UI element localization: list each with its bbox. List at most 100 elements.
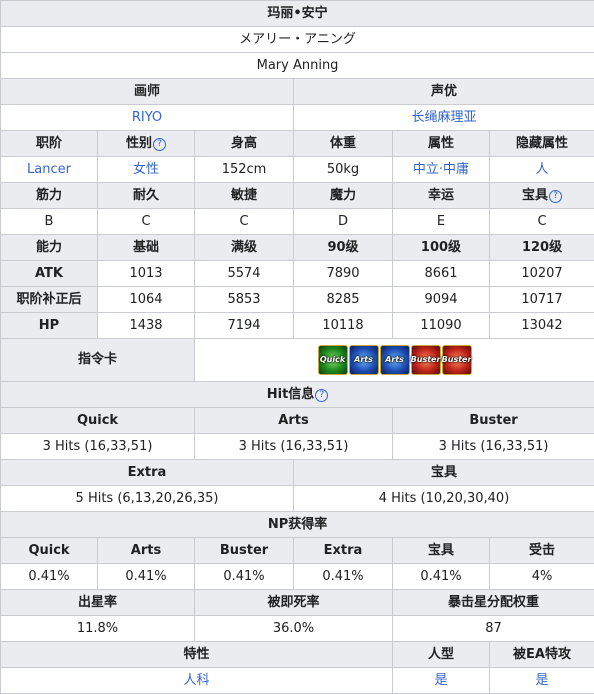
servant-info-table: 玛丽•安宁 メアリー・アニング Mary Anning 画师 声优 RIYO 长… xyxy=(0,0,594,694)
hidden-attr-link[interactable]: 人 xyxy=(536,162,549,177)
npg-def-header: 受击 xyxy=(490,538,594,564)
hit-arts-value: 3 Hits (16,33,51) xyxy=(195,434,393,460)
voice-actor-link[interactable]: 长绳麻理亚 xyxy=(412,110,477,125)
atk-label: ATK xyxy=(1,261,98,287)
end-header: 耐久 xyxy=(98,183,195,209)
hit-buster-header: Buster xyxy=(393,408,594,434)
np-param-header: 宝具? xyxy=(490,183,594,209)
hit-info-label: Hit信息 xyxy=(267,387,315,402)
arts-card-icon: Arts xyxy=(380,345,410,375)
class-atk-label: 职阶补正后 xyxy=(1,287,98,313)
agi-value: C xyxy=(195,209,294,235)
illustrator-link[interactable]: RIYO xyxy=(132,110,162,125)
hit-extra-header: Extra xyxy=(1,460,294,486)
star-gen-value: 11.8% xyxy=(1,616,195,642)
atk-base: 1013 xyxy=(98,261,195,287)
npg-extra-header: Extra xyxy=(294,538,393,564)
weight-header: 体重 xyxy=(294,131,393,157)
np-param-value: C xyxy=(490,209,594,235)
luk-header: 幸运 xyxy=(393,183,490,209)
buster-card-icon: Buster xyxy=(411,345,441,375)
hit-quick-header: Quick xyxy=(1,408,195,434)
name-english: Mary Anning xyxy=(1,53,594,79)
alignment-header: 属性 xyxy=(393,131,490,157)
traits-link[interactable]: 人科 xyxy=(183,673,209,688)
star-weight-header: 暴击星分配权重 xyxy=(393,590,594,616)
death-rate-header: 被即死率 xyxy=(195,590,393,616)
command-cards: QuickArtsArtsBusterBuster xyxy=(318,345,472,375)
humanoid-link[interactable]: 是 xyxy=(434,673,447,688)
lv120-header: 120级 xyxy=(490,235,594,261)
ea-weak-header: 被EA特攻 xyxy=(490,642,594,668)
atk-max: 5574 xyxy=(195,261,294,287)
command-cards-header: 指令卡 xyxy=(1,339,195,382)
hit-quick-value: 3 Hits (16,33,51) xyxy=(1,434,195,460)
npg-def-value: 4% xyxy=(490,564,594,590)
gender-header: 性别? xyxy=(98,131,195,157)
hit-np-header: 宝具 xyxy=(294,460,594,486)
hit-arts-header: Arts xyxy=(195,408,393,434)
alignment-link[interactable]: 中立·中庸 xyxy=(413,162,469,177)
humanoid-header: 人型 xyxy=(393,642,490,668)
class-header: 职阶 xyxy=(1,131,98,157)
lv100-header: 100级 xyxy=(393,235,490,261)
voice-header: 声优 xyxy=(294,79,594,105)
ea-weak-link[interactable]: 是 xyxy=(536,673,549,688)
hit-np-value: 4 Hits (10,20,30,40) xyxy=(294,486,594,512)
atk-lv90: 7890 xyxy=(294,261,393,287)
quick-card-icon: Quick xyxy=(318,345,348,375)
illustrator-header: 画师 xyxy=(1,79,294,105)
height-value: 152cm xyxy=(195,157,294,183)
np-gain-header: NP获得率 xyxy=(1,512,594,538)
traits-header: 特性 xyxy=(1,642,393,668)
gender-link[interactable]: 女性 xyxy=(133,162,159,177)
gender-header-label: 性别 xyxy=(126,136,152,151)
hit-info-header: Hit信息? xyxy=(1,382,594,408)
question-icon[interactable]: ? xyxy=(153,138,166,151)
hit-extra-value: 5 Hits (6,13,20,26,35) xyxy=(1,486,294,512)
star-gen-header: 出星率 xyxy=(1,590,195,616)
weight-value: 50kg xyxy=(294,157,393,183)
npg-quick-value: 0.41% xyxy=(1,564,98,590)
class-atk-lv120: 10717 xyxy=(490,287,594,313)
hit-buster-value: 3 Hits (16,33,51) xyxy=(393,434,594,460)
npg-np-value: 0.41% xyxy=(393,564,490,590)
hp-label: HP xyxy=(1,313,98,339)
hp-lv100: 11090 xyxy=(393,313,490,339)
luk-value: E xyxy=(393,209,490,235)
death-rate-value: 36.0% xyxy=(195,616,393,642)
npg-arts-value: 0.41% xyxy=(98,564,195,590)
npg-np-header: 宝具 xyxy=(393,538,490,564)
servant-title: 玛丽•安宁 xyxy=(1,1,594,27)
class-atk-max: 5853 xyxy=(195,287,294,313)
hp-base: 1438 xyxy=(98,313,195,339)
name-japanese: メアリー・アニング xyxy=(1,27,594,53)
atk-lv100: 8661 xyxy=(393,261,490,287)
class-link[interactable]: Lancer xyxy=(27,162,71,177)
end-value: C xyxy=(98,209,195,235)
hp-lv90: 10118 xyxy=(294,313,393,339)
height-header: 身高 xyxy=(195,131,294,157)
hp-lv120: 13042 xyxy=(490,313,594,339)
npg-extra-value: 0.41% xyxy=(294,564,393,590)
buster-card-icon: Buster xyxy=(442,345,472,375)
hp-max: 7194 xyxy=(195,313,294,339)
npg-buster-value: 0.41% xyxy=(195,564,294,590)
question-icon[interactable]: ? xyxy=(315,389,328,402)
mag-header: 魔力 xyxy=(294,183,393,209)
str-value: B xyxy=(1,209,98,235)
question-icon[interactable]: ? xyxy=(549,190,562,203)
npg-buster-header: Buster xyxy=(195,538,294,564)
max-header: 满级 xyxy=(195,235,294,261)
command-cards-cell: QuickArtsArtsBusterBuster xyxy=(195,339,594,382)
np-param-header-label: 宝具 xyxy=(522,188,548,203)
mag-value: D xyxy=(294,209,393,235)
star-weight-value: 87 xyxy=(393,616,594,642)
arts-card-icon: Arts xyxy=(349,345,379,375)
base-header: 基础 xyxy=(98,235,195,261)
atk-lv120: 10207 xyxy=(490,261,594,287)
npg-quick-header: Quick xyxy=(1,538,98,564)
lv90-header: 90级 xyxy=(294,235,393,261)
str-header: 筋力 xyxy=(1,183,98,209)
class-atk-lv100: 9094 xyxy=(393,287,490,313)
